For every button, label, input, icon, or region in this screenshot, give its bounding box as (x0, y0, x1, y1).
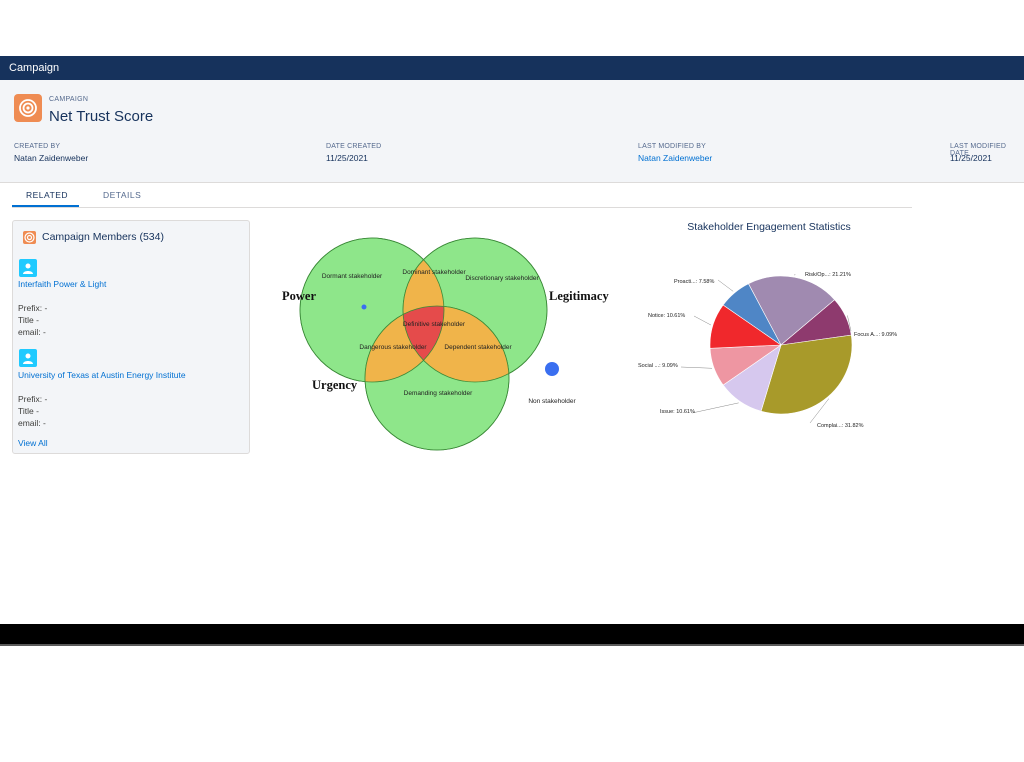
date-created-label: DATE CREATED (326, 143, 382, 150)
dominant-label: Dominant stakeholder (402, 269, 466, 276)
pie-slice-label: Proacti...: 7.58% (674, 279, 714, 285)
power-label: Power (282, 289, 316, 303)
discretionary-label: Discretionary stakeholder (465, 275, 539, 282)
view-all-link[interactable]: View All (18, 438, 48, 448)
chart-title: Stakeholder Engagement Statistics (687, 221, 850, 233)
pie-slice-label: Social ...: 9.09% (638, 363, 678, 369)
member-title: Title - (18, 315, 39, 325)
last-modified-by-label: LAST MODIFIED BY (638, 143, 707, 150)
object-label: CAMPAIGN (49, 96, 89, 103)
app-title-bar: Campaign (0, 56, 1024, 80)
campaign-members-title[interactable]: Campaign Members (534) (42, 231, 164, 243)
pie-slice-label: Risk/Op...: 21.21% (805, 272, 851, 278)
non-stakeholder-dot (545, 362, 559, 376)
legitimacy-label: Legitimacy (549, 289, 609, 303)
date-created-value: 11/25/2021 (326, 153, 368, 163)
member-link[interactable]: Interfaith Power & Light (18, 279, 106, 289)
demanding-label: Demanding stakeholder (404, 390, 473, 397)
contact-icon (19, 259, 37, 277)
pie-leader-line (693, 315, 712, 326)
urgency-label: Urgency (312, 378, 358, 392)
dependent-label: Dependent stakeholder (444, 344, 512, 351)
campaign-icon (14, 94, 42, 122)
dangerous-label: Dangerous stakeholder (359, 344, 427, 351)
pie-slice-label: Notice: 10.61% (648, 313, 685, 319)
tab-related[interactable]: RELATED (26, 190, 68, 200)
member-email: email: - (18, 418, 46, 428)
tab-divider (12, 207, 912, 208)
pie-slice-label: Focus A...: 9.09% (854, 332, 897, 338)
member-link[interactable]: University of Texas at Austin Energy Ins… (18, 370, 186, 380)
dormant-label: Dormant stakeholder (322, 273, 383, 280)
pie-leader-line (680, 366, 713, 369)
campaign-members-card (12, 220, 250, 454)
page-title: Net Trust Score (49, 108, 154, 125)
definitive-label: Definitive stakeholder (403, 321, 466, 328)
non-stakeholder-label: Non stakeholder (528, 398, 576, 405)
member-title: Title - (18, 406, 39, 416)
engagement-pie-chart: Stakeholder Engagement Statistics Risk/O… (638, 221, 897, 429)
created-by-label: CREATED BY (14, 143, 61, 150)
contact-icon (19, 349, 37, 367)
tab-details[interactable]: DETAILS (103, 190, 141, 200)
member-email: email: - (18, 327, 46, 337)
pie-leader-line (691, 402, 739, 414)
campaign-members-icon (23, 231, 36, 244)
dormant-dot (361, 304, 367, 310)
bottom-bar (0, 624, 1024, 646)
member-prefix: Prefix: - (18, 303, 48, 313)
app-title: Campaign (9, 62, 60, 74)
bottom-bar-edge (0, 644, 1024, 646)
last-modified-by-link[interactable]: Natan Zaidenweber (638, 153, 712, 163)
record-header (0, 80, 1024, 183)
pie-slice-label: Complai...: 31.82% (817, 423, 864, 429)
active-tab-indicator (12, 205, 79, 207)
member-prefix: Prefix: - (18, 394, 48, 404)
last-modified-date-value: 11/25/2021 (950, 153, 992, 163)
created-by-value: Natan Zaidenweber (14, 153, 89, 163)
pie-leader-line (717, 279, 734, 292)
pie-slice-label: Issue: 10.61% (660, 409, 695, 415)
stakeholder-venn-diagram: Dormant stakeholder Dominant stakeholder… (282, 237, 609, 451)
